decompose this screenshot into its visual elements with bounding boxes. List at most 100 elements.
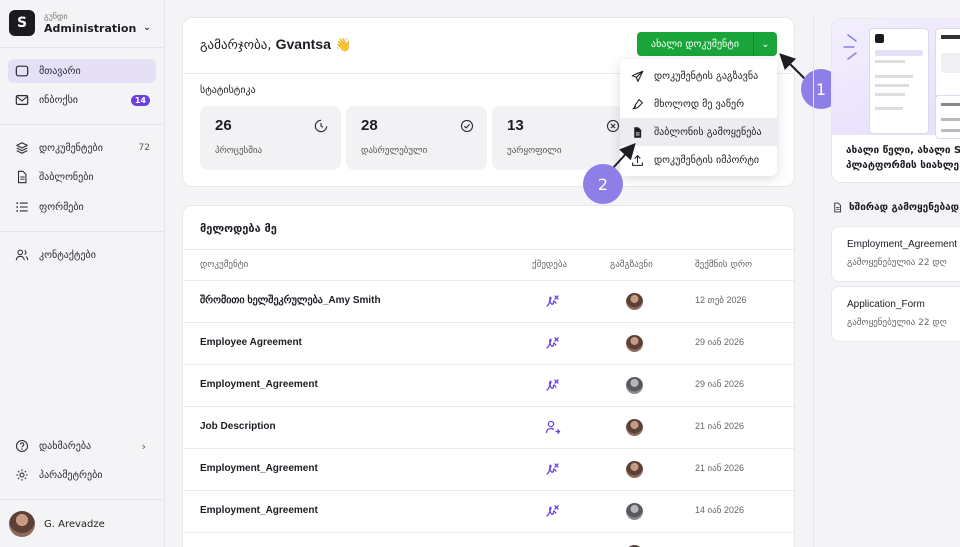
sidebar-item-documents[interactable]: დოკუმენტები 72 xyxy=(8,136,156,160)
sidebar-item-contacts[interactable]: კონტაქტები xyxy=(8,243,156,267)
document-name: შრომითი ხელშეკრულება_Amy Smith xyxy=(200,295,381,306)
column-header-document[interactable]: დოკუმენტი xyxy=(200,260,248,270)
sidebar-item-label: ინბოქსი xyxy=(39,94,78,106)
file-text-icon xyxy=(634,126,642,138)
greeting-name: Gvantsa xyxy=(275,36,331,52)
callout-badge-2: 2 xyxy=(583,164,623,204)
sidebar-item-label: შაბლონები xyxy=(39,171,94,183)
signature-icon[interactable] xyxy=(545,377,561,393)
users-icon xyxy=(14,247,30,263)
new-document-button-group: ახალი დოკუმენტი ⌄ xyxy=(637,32,777,56)
menu-item-label: დოკუმენტის გაგზავნა xyxy=(654,70,759,82)
sidebar-item-label: ფორმები xyxy=(39,201,84,213)
sidebar-item-forms[interactable]: ფორმები xyxy=(8,195,156,219)
sidebar-item-label: დოკუმენტები xyxy=(39,142,103,154)
sidebar-item-templates[interactable]: შაბლონები xyxy=(8,165,156,189)
divider xyxy=(0,47,165,48)
user-name: G. Arevadze xyxy=(44,518,105,530)
sidebar-item-label: პარამეტრები xyxy=(39,469,103,481)
template-usage: გამოყენებულია 22 დღ xyxy=(847,318,947,328)
column-header-created[interactable]: შექმნის დრო xyxy=(695,260,752,270)
check-circle-icon xyxy=(460,119,474,133)
table-row[interactable]: Employment_Agreement 21 იან 2026 xyxy=(183,448,794,489)
table-row[interactable]: Employment_Agreement 29 იან 2026 xyxy=(183,364,794,405)
stat-value: 28 xyxy=(361,117,378,134)
promo-text: ახალი წელი, ახალი Si პლატფორმის სიახლე xyxy=(846,143,960,173)
sidebar-item-help[interactable]: დახმარება › xyxy=(8,434,156,458)
stat-rejected[interactable]: 13 უარყოფილი xyxy=(492,106,633,170)
stat-completed[interactable]: 28 დასრულებული xyxy=(346,106,487,170)
sidebar: S გუნდი Administration ⌄ მთავარი ინბოქსი … xyxy=(0,0,165,547)
x-circle-icon xyxy=(606,119,620,133)
sender-avatar xyxy=(626,293,643,310)
promo-line-2: პლატფორმის სიახლე xyxy=(846,160,960,171)
menu-item-send-document[interactable]: დოკუმენტის გაგზავნა xyxy=(620,62,777,90)
menu-item-label: შაბლონის გამოყენება xyxy=(654,126,762,138)
created-date: 29 იან 2026 xyxy=(695,379,744,389)
sender-avatar xyxy=(626,503,643,520)
frequent-template-card[interactable]: Employment_Agreement გამოყენებულია 22 დღ xyxy=(831,226,960,282)
divider xyxy=(183,249,794,250)
preview-stats xyxy=(935,28,960,98)
signature-icon[interactable] xyxy=(545,503,561,519)
workspace-switcher[interactable]: S გუნდი Administration ⌄ xyxy=(9,10,151,36)
promo-card[interactable]: ახალი წელი, ახალი Si პლატფორმის სიახლე xyxy=(831,18,960,183)
preview-sidebar xyxy=(869,28,929,134)
document-name: Employment_Agreement xyxy=(200,379,318,390)
layers-icon xyxy=(14,140,30,156)
sidebar-item-settings[interactable]: პარამეტრები xyxy=(8,463,156,487)
table-row[interactable]: Employment_Agreement 14 იან 2026 xyxy=(183,490,794,531)
help-icon xyxy=(14,438,30,454)
file-icon xyxy=(834,202,842,213)
created-date: 21 იან 2026 xyxy=(695,463,744,473)
stat-label: უარყოფილი xyxy=(507,146,562,156)
promo-illustration xyxy=(832,19,960,139)
mail-icon xyxy=(14,92,30,108)
table-row[interactable] xyxy=(183,532,794,547)
clock-icon xyxy=(314,119,328,133)
wave-emoji: 👋 xyxy=(335,38,352,53)
sidebar-item-home[interactable]: მთავარი xyxy=(8,59,156,83)
stat-in-progress[interactable]: 26 პროცესშია xyxy=(200,106,341,170)
table-row[interactable]: Job Description 21 იან 2026 xyxy=(183,406,794,447)
signature-icon[interactable] xyxy=(545,335,561,351)
promo-line-1: ახალი წელი, ახალი Si xyxy=(846,145,960,156)
frequent-title: ხშირად გამოყენებად xyxy=(832,202,959,213)
sidebar-item-label: დახმარება xyxy=(39,440,92,452)
new-document-dropdown-toggle[interactable]: ⌄ xyxy=(754,32,777,56)
column-header-action[interactable]: ქმედება xyxy=(532,260,567,270)
gear-icon xyxy=(14,467,30,483)
template-name: Employment_Agreement xyxy=(847,239,958,250)
sidebar-item-label: კონტაქტები xyxy=(39,249,96,261)
menu-item-use-template[interactable]: შაბლონის გამოყენება xyxy=(620,118,777,146)
user-profile[interactable]: G. Arevadze xyxy=(9,511,105,537)
table-row[interactable]: Employee Agreement 29 იან 2026 xyxy=(183,322,794,363)
page-title: გამარჯობა, Gvantsa 👋 xyxy=(200,36,351,53)
send-icon xyxy=(631,70,644,82)
menu-item-import-document[interactable]: დოკუმენტის იმპორტი xyxy=(620,146,777,174)
column-header-sender[interactable]: გამგზავნი xyxy=(610,260,653,270)
signature-icon[interactable] xyxy=(545,461,561,477)
workspace-name: Administration xyxy=(44,21,137,35)
app-logo: S xyxy=(9,10,35,36)
table-title: მელოდება მე xyxy=(200,222,277,235)
inbox-badge: 14 xyxy=(130,94,150,106)
sidebar-item-inbox[interactable]: ინბოქსი 14 xyxy=(8,88,156,112)
frequent-template-card[interactable]: Application_Form გამოყენებულია 22 დღ xyxy=(831,286,960,342)
avatar xyxy=(9,511,35,537)
sender-avatar xyxy=(626,419,643,436)
stat-value: 13 xyxy=(507,117,524,134)
file-icon xyxy=(14,169,30,185)
stat-label: პროცესშია xyxy=(215,146,263,156)
new-document-button[interactable]: ახალი დოკუმენტი xyxy=(637,32,754,56)
workspace-label: გუნდი xyxy=(44,11,68,21)
user-assign-icon[interactable] xyxy=(545,419,561,435)
document-name: Employment_Agreement xyxy=(200,463,318,474)
signature-icon[interactable] xyxy=(545,293,561,309)
menu-item-sign-myself[interactable]: მხოლოდ მე ვაწერ xyxy=(620,90,777,118)
home-icon xyxy=(14,63,30,79)
table-row[interactable]: შრომითი ხელშეკრულება_Amy Smith 12 თებ 20… xyxy=(183,280,794,321)
divider xyxy=(813,18,814,547)
document-name: Employment_Agreement xyxy=(200,505,318,516)
upload-icon xyxy=(632,154,643,166)
